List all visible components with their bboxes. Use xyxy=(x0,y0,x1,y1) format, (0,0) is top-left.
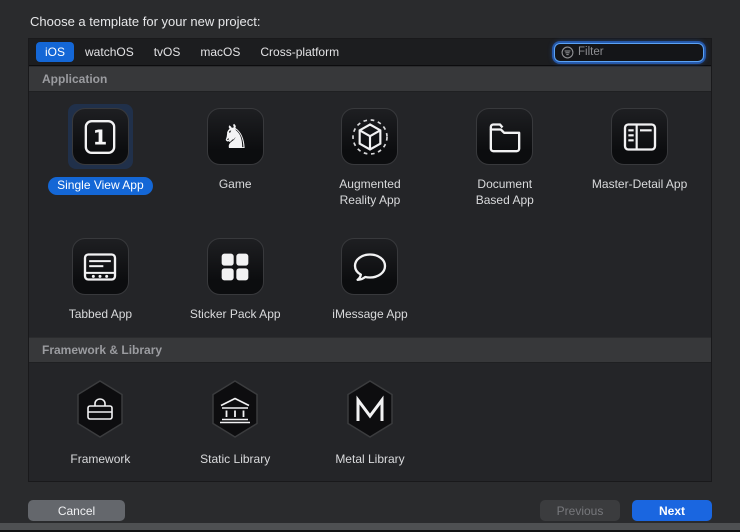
filter-input[interactable] xyxy=(578,46,697,58)
framework-icon xyxy=(72,379,129,440)
template-item-master-detail-app[interactable]: Master-Detail App xyxy=(572,104,707,218)
application-grid-row-1: 1 Single View App ♞ Game xyxy=(29,92,711,222)
template-item-label: Framework xyxy=(70,452,130,468)
template-item-game[interactable]: ♞ Game xyxy=(168,104,303,218)
template-item-label: iMessage App xyxy=(332,307,407,323)
template-item-label: Sticker Pack App xyxy=(190,307,281,323)
template-item-single-view-app[interactable]: 1 Single View App xyxy=(33,104,168,218)
document-based-app-icon xyxy=(476,108,533,165)
tab-macos[interactable]: macOS xyxy=(191,42,249,62)
tab-tvos[interactable]: tvOS xyxy=(145,42,190,62)
window-edge-strip xyxy=(0,523,740,530)
tab-watchos[interactable]: watchOS xyxy=(76,42,143,62)
template-item-label: Master-Detail App xyxy=(592,177,687,193)
template-item-label: Metal Library xyxy=(335,452,404,468)
template-item-framework[interactable]: Framework xyxy=(33,375,168,478)
template-item-label: Document Based App xyxy=(465,177,545,208)
template-item-static-library[interactable]: Static Library xyxy=(168,375,303,478)
next-button[interactable]: Next xyxy=(632,500,712,521)
template-item-imessage-app[interactable]: iMessage App xyxy=(303,234,438,333)
template-item-label: Augmented Reality App xyxy=(330,177,410,208)
template-item-label: Single View App xyxy=(48,177,153,195)
section-header-framework-library: Framework & Library xyxy=(29,337,711,363)
filter-field[interactable] xyxy=(554,43,704,62)
tabbed-app-icon xyxy=(72,238,129,295)
framework-grid-row: Framework xyxy=(29,363,711,482)
filter-circle-icon xyxy=(561,46,574,59)
single-view-app-icon: 1 xyxy=(72,108,129,165)
platform-tabbar: iOS watchOS tvOS macOS Cross-platform xyxy=(29,39,711,66)
svg-text:1: 1 xyxy=(93,125,108,149)
template-item-augmented-reality-app[interactable]: Augmented Reality App xyxy=(303,104,438,218)
template-chooser-dialog: Choose a template for your new project: … xyxy=(0,0,740,521)
template-item-sticker-pack-app[interactable]: Sticker Pack App xyxy=(168,234,303,333)
cancel-button[interactable]: Cancel xyxy=(28,500,125,521)
master-detail-app-icon xyxy=(611,108,668,165)
game-icon: ♞ xyxy=(207,108,264,165)
template-item-label: Static Library xyxy=(200,452,270,468)
template-chooser: iOS watchOS tvOS macOS Cross-platform Ap… xyxy=(28,38,712,482)
section-header-application: Application xyxy=(29,66,711,92)
tab-ios[interactable]: iOS xyxy=(36,42,74,62)
dialog-footer: Cancel Previous Next xyxy=(28,500,712,521)
template-item-tabbed-app[interactable]: Tabbed App xyxy=(33,234,168,333)
metal-library-icon xyxy=(341,379,398,440)
previous-button[interactable]: Previous xyxy=(540,500,620,521)
template-item-label: Game xyxy=(219,177,252,193)
augmented-reality-app-icon xyxy=(341,108,398,165)
imessage-app-icon xyxy=(341,238,398,295)
template-item-label: Tabbed App xyxy=(69,307,132,323)
tab-cross-platform[interactable]: Cross-platform xyxy=(251,42,348,62)
static-library-icon xyxy=(207,379,264,440)
template-item-metal-library[interactable]: Metal Library xyxy=(303,375,438,478)
template-item-document-based-app[interactable]: Document Based App xyxy=(437,104,572,218)
application-grid-row-2: Tabbed App Sticker Pack App xyxy=(29,222,711,337)
sticker-pack-app-icon xyxy=(207,238,264,295)
dialog-title: Choose a template for your new project: xyxy=(0,0,740,29)
